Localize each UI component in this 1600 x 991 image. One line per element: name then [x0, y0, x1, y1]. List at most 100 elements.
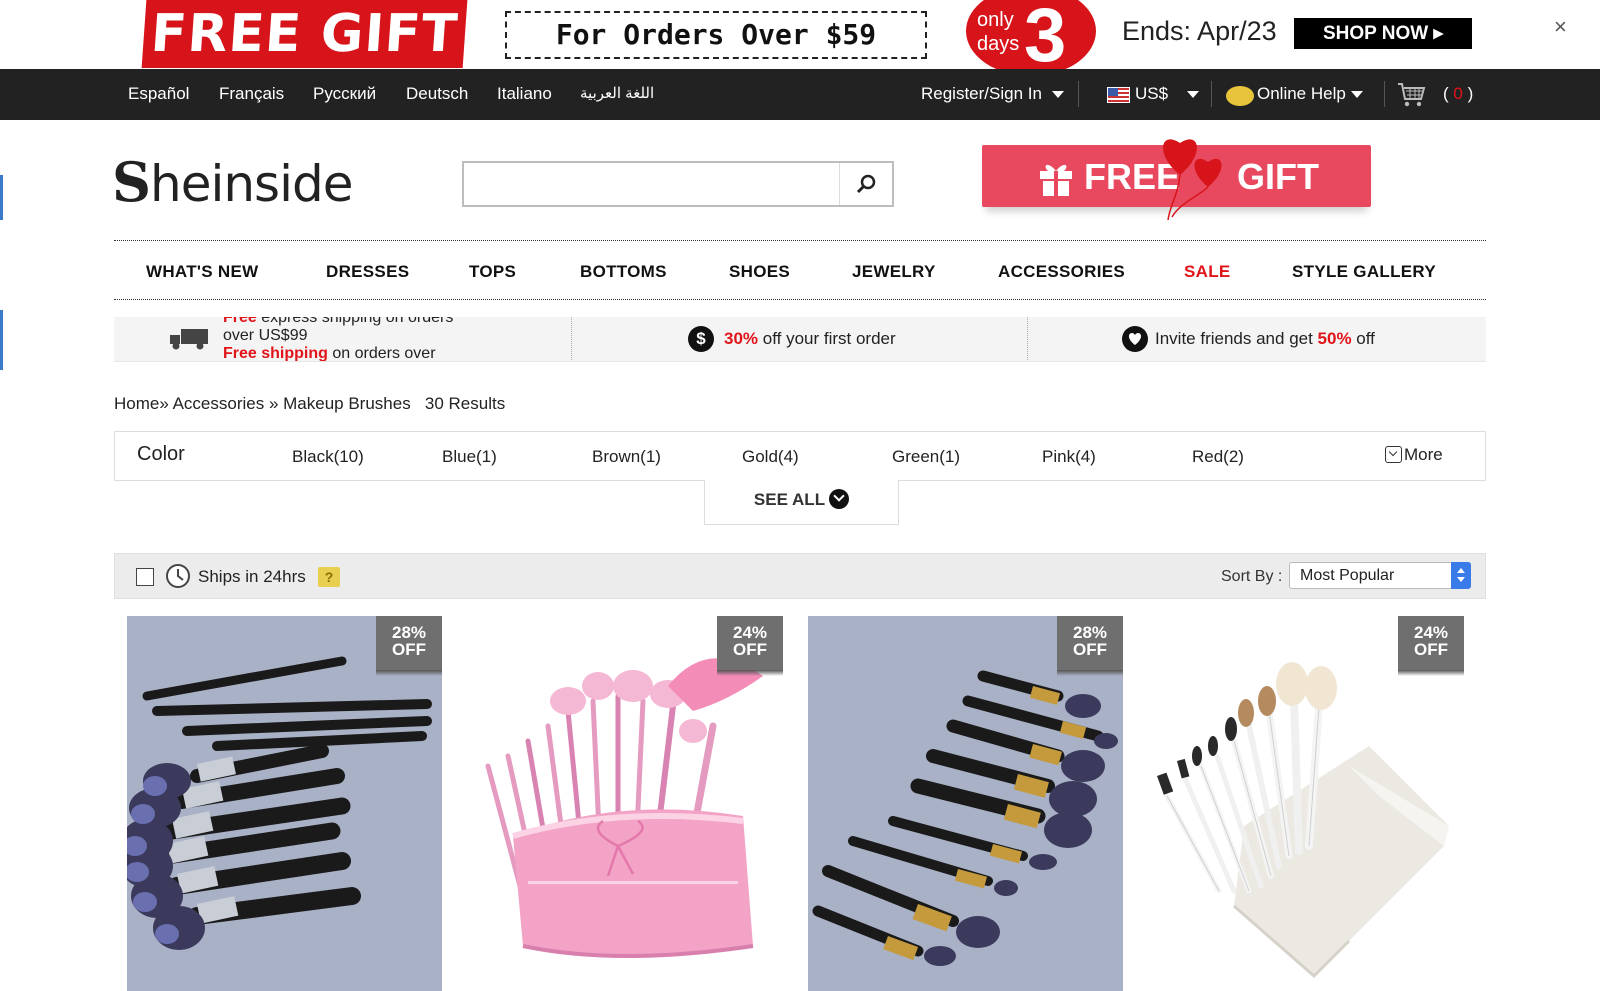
- color-filter: Color Black(10) Blue(1) Brown(1) Gold(4)…: [114, 431, 1486, 481]
- language-german[interactable]: Deutsch: [406, 84, 468, 104]
- nav-style-gallery[interactable]: STYLE GALLERY: [1292, 262, 1436, 282]
- language-arabic[interactable]: اللغة العربية: [580, 84, 654, 102]
- search-input[interactable]: [470, 169, 830, 199]
- search-box: [462, 161, 894, 207]
- logo-letter: S: [112, 150, 151, 214]
- breadcrumb-accessories[interactable]: Accessories »: [169, 394, 279, 413]
- site-logo[interactable]: Sheinside: [112, 150, 353, 214]
- window-edge: [0, 175, 3, 220]
- cart-count[interactable]: ( 0 ): [1443, 84, 1473, 104]
- ship-line-3: on orders over: [327, 345, 436, 362]
- promo-info-strip: Free express shipping on orders over US$…: [114, 317, 1486, 362]
- first-order-discount: 30% off your first order: [724, 329, 896, 349]
- product-card[interactable]: 28% OFF: [808, 616, 1123, 991]
- sort-label: Sort By :: [1221, 568, 1283, 585]
- product-card[interactable]: 24% OFF: [1149, 616, 1464, 991]
- help-question-icon[interactable]: ?: [318, 567, 340, 587]
- window-edge: [0, 310, 3, 370]
- shopping-cart-icon[interactable]: [1396, 81, 1426, 109]
- heart-balloons-icon: [1163, 139, 1222, 221]
- see-all-label: SEE ALL: [753, 490, 826, 509]
- register-sign-in-link[interactable]: Register/Sign In: [921, 84, 1042, 104]
- language-spanish[interactable]: Español: [128, 84, 189, 104]
- invite-text: Invite friends and get: [1155, 329, 1318, 348]
- us-flag-icon: [1107, 87, 1130, 103]
- chat-bubble-icon: [1226, 86, 1254, 106]
- filter-option-brown[interactable]: Brown(1): [592, 447, 661, 467]
- discount-badge: 28% OFF: [1057, 616, 1123, 676]
- filter-more-toggle[interactable]: More: [1385, 445, 1443, 465]
- divider: [571, 317, 572, 361]
- close-icon[interactable]: ×: [1554, 14, 1567, 40]
- language-italian[interactable]: Italiano: [497, 84, 552, 104]
- filter-option-green[interactable]: Green(1): [892, 447, 960, 467]
- chevron-down-icon[interactable]: [1052, 91, 1064, 98]
- nav-shoes[interactable]: SHOES: [729, 262, 790, 282]
- filter-option-pink[interactable]: Pink(4): [1042, 447, 1096, 467]
- search-button[interactable]: [839, 163, 892, 205]
- first-order-pct: 30%: [724, 329, 759, 348]
- filter-title: Color: [137, 443, 185, 465]
- discount-off: OFF: [733, 640, 767, 659]
- nav-whats-new[interactable]: WHAT'S NEW: [146, 262, 259, 282]
- listing-toolbar: Ships in 24hrs ? Sort By : Most Popular: [114, 553, 1486, 599]
- nav-accessories[interactable]: ACCESSORIES: [998, 262, 1125, 282]
- checkbox-icon: [1385, 446, 1402, 463]
- language-russian[interactable]: Русский: [313, 84, 376, 104]
- nav-dresses[interactable]: DRESSES: [326, 262, 409, 282]
- promo-banner[interactable]: FREE GIFT For Orders Over $59 only days …: [0, 0, 1600, 76]
- nav-tops[interactable]: TOPS: [469, 262, 516, 282]
- free-gift-banner[interactable]: FREE GIFT: [982, 139, 1371, 221]
- cart-paren-close: ): [1467, 84, 1474, 103]
- discount-off: OFF: [1414, 640, 1448, 659]
- ship-free-label: Free: [223, 317, 257, 326]
- filter-option-red[interactable]: Red(2): [1192, 447, 1244, 467]
- product-card[interactable]: 28% OFF: [127, 616, 442, 991]
- product-card[interactable]: 24% OFF: [468, 616, 783, 991]
- search-icon: [856, 174, 876, 194]
- filter-option-blue[interactable]: Blue(1): [442, 447, 497, 467]
- breadcrumb: Home» Accessories » Makeup Brushes 30 Re…: [114, 394, 505, 414]
- first-order-text: off your first order: [758, 329, 896, 348]
- results-count: 30 Results: [424, 394, 506, 413]
- discount-off: OFF: [1073, 640, 1107, 659]
- filter-more-label: More: [1404, 445, 1443, 464]
- sort-select[interactable]: Most Popular: [1289, 562, 1471, 589]
- filter-option-black[interactable]: Black(10): [292, 447, 364, 467]
- promo-days-label: only days: [977, 9, 1020, 55]
- chevron-down-icon[interactable]: [1187, 91, 1199, 98]
- promo-orders-threshold: For Orders Over $59: [505, 11, 927, 59]
- language-french[interactable]: Français: [219, 84, 284, 104]
- ship-line-1: express shipping on orders: [256, 317, 454, 326]
- promo-free-gift: FREE GIFT: [141, 0, 468, 68]
- top-nav-bar: Español Français Русский Deutsch Italian…: [0, 69, 1600, 120]
- category-nav: WHAT'S NEW DRESSES TOPS BOTTOMS SHOES JE…: [114, 240, 1486, 300]
- online-help-link[interactable]: Online Help: [1257, 84, 1346, 104]
- gift-box-icon: [1040, 164, 1072, 196]
- divider: [1078, 81, 1079, 107]
- shop-now-button[interactable]: SHOP NOW ▸: [1294, 18, 1472, 49]
- heart-icon: [1122, 326, 1148, 352]
- logo-text: heinside: [150, 155, 353, 213]
- currency-selector[interactable]: US$: [1135, 84, 1168, 104]
- sort-value: Most Popular: [1300, 567, 1395, 584]
- cart-paren-open: (: [1443, 84, 1449, 103]
- chevron-down-icon[interactable]: [1351, 91, 1363, 98]
- divider: [1384, 81, 1385, 107]
- discount-badge: 24% OFF: [717, 616, 783, 676]
- breadcrumb-home[interactable]: Home»: [114, 394, 169, 413]
- filter-option-gold[interactable]: Gold(4): [742, 447, 799, 467]
- nav-jewelry[interactable]: JEWELRY: [852, 262, 936, 282]
- divider: [1211, 81, 1212, 107]
- nav-sale[interactable]: SALE: [1184, 262, 1231, 282]
- ships-24hrs-checkbox[interactable]: [136, 568, 154, 586]
- discount-badge: 28% OFF: [376, 616, 442, 676]
- select-arrows-icon: [1451, 562, 1471, 589]
- discount-off: OFF: [392, 640, 426, 659]
- nav-bottoms[interactable]: BOTTOMS: [580, 262, 667, 282]
- see-all-button[interactable]: SEE ALL: [704, 480, 899, 525]
- invite-pct: 50%: [1317, 329, 1352, 348]
- promo-days-number: 3: [1024, 0, 1067, 78]
- invite-friends-promo[interactable]: Invite friends and get 50% off: [1155, 329, 1375, 349]
- ship-line-2: over US$99: [223, 327, 308, 344]
